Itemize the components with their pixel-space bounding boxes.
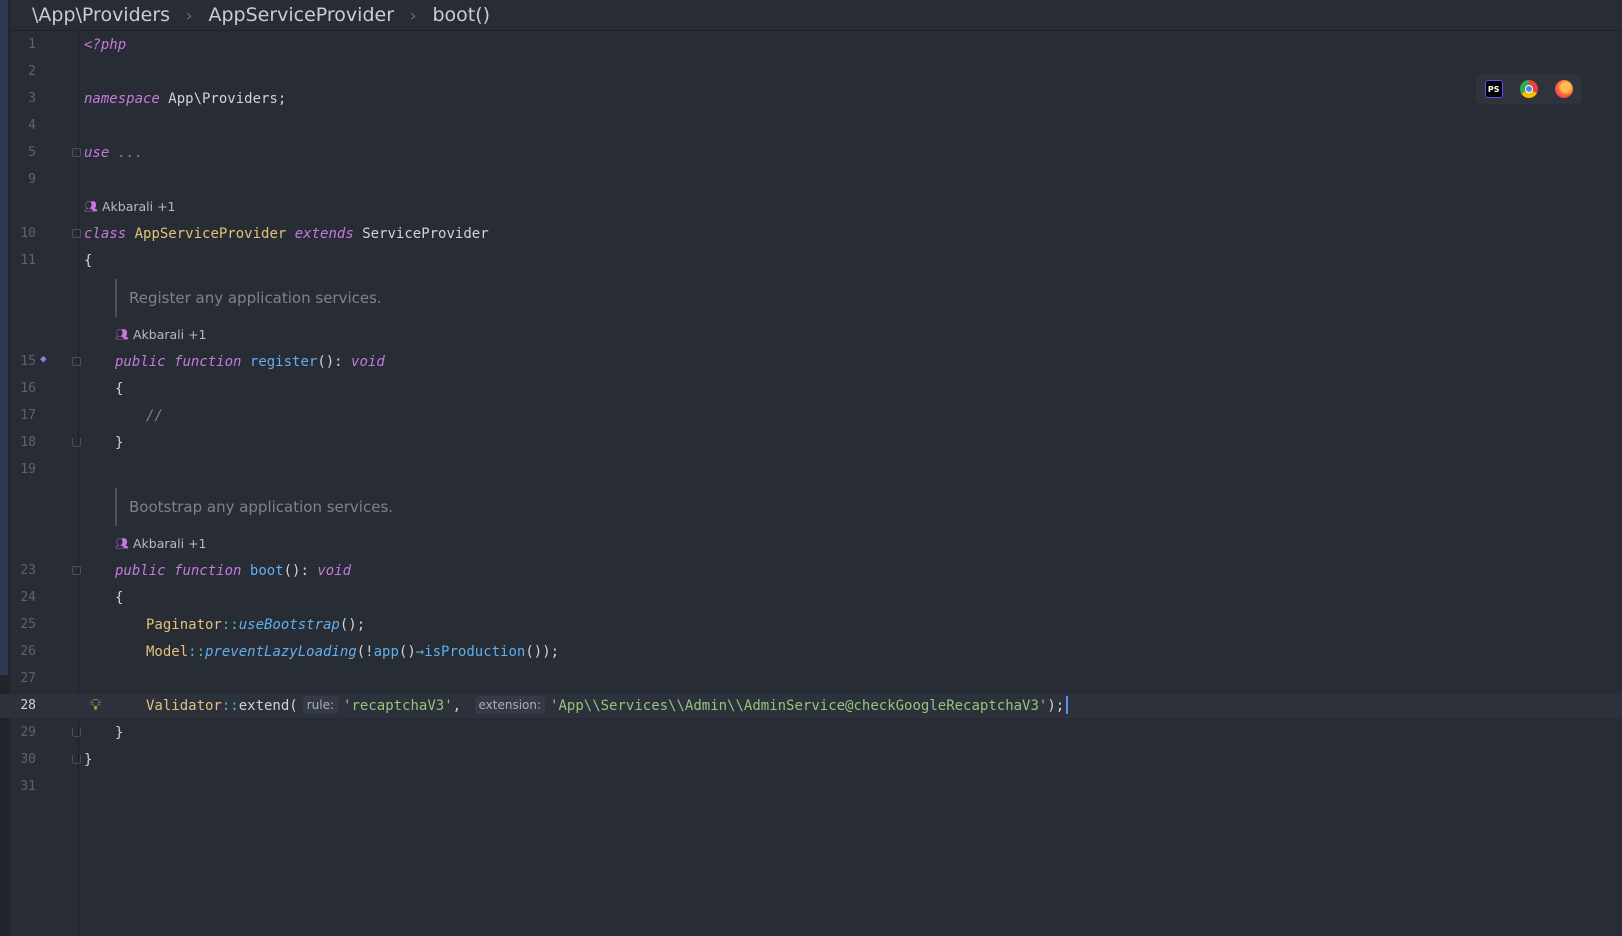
method-declaration: public function register(): void	[115, 354, 385, 370]
code-line[interactable]: 16 {	[0, 377, 1622, 401]
breadcrumb-method[interactable]: boot()	[432, 4, 490, 26]
code-line[interactable]: 24 {	[0, 586, 1622, 610]
brace: }	[115, 725, 124, 741]
fold-toggle-icon[interactable]	[72, 229, 81, 238]
namespace-statement: namespace App\Providers;	[84, 91, 287, 107]
line-number: 18	[20, 435, 36, 450]
line-number: 10	[20, 226, 36, 241]
code-line[interactable]: 10 class AppServiceProvider extends Serv…	[0, 222, 1622, 246]
parameter-hint: rule:	[302, 696, 339, 714]
line-number: 15	[20, 354, 36, 369]
line-number: 29	[20, 725, 36, 740]
line-number: 26	[20, 644, 36, 659]
fold-toggle-icon[interactable]	[72, 438, 81, 447]
code-line[interactable]: 17 //	[0, 404, 1622, 428]
text-caret	[1066, 696, 1069, 714]
line-number: 9	[28, 172, 36, 187]
code-line[interactable]: 31	[0, 775, 1622, 799]
class-declaration: class AppServiceProvider extends Service…	[84, 226, 489, 242]
code-line[interactable]: 1 <?php	[0, 33, 1622, 57]
code-line[interactable]: 2	[0, 60, 1622, 84]
fold-toggle-icon[interactable]	[72, 357, 81, 366]
people-icon: 👥︎	[84, 200, 98, 213]
line-number: 2	[28, 64, 36, 79]
line-number: 19	[20, 462, 36, 477]
code-line[interactable]: 23 public function boot(): void	[0, 559, 1622, 583]
code-line[interactable]: 18 }	[0, 431, 1622, 455]
code-author-hint[interactable]: 👥︎ Akbarali +1	[84, 197, 176, 217]
people-icon: 👥︎	[115, 328, 129, 341]
line-number: 25	[20, 617, 36, 632]
folded-use-statements[interactable]: use ...	[84, 141, 143, 165]
statement: Paginator::useBootstrap();	[146, 617, 366, 633]
doc-comment[interactable]: Register any application services.	[115, 279, 382, 317]
code-line[interactable]: 27	[0, 667, 1622, 691]
fold-toggle-icon[interactable]	[72, 728, 81, 737]
gutter-divider	[78, 31, 79, 936]
code-line[interactable]: 25 Paginator::useBootstrap();	[0, 613, 1622, 637]
statement: Validator::extend(rule:'recaptchaV3', ex…	[146, 694, 1069, 718]
line-number: 28	[20, 698, 36, 713]
brace: {	[115, 590, 124, 606]
code-line[interactable]: 30 }	[0, 748, 1622, 772]
code-author-hint[interactable]: 👥︎ Akbarali +1	[115, 325, 207, 345]
line-number: 3	[28, 91, 36, 106]
brace: }	[84, 752, 93, 768]
code-line[interactable]: 15 ◆ public function register(): void	[0, 350, 1622, 374]
code-line[interactable]: 4	[0, 114, 1622, 138]
code-author-hint[interactable]: 👥︎ Akbarali +1	[115, 534, 207, 554]
lightbulb-icon[interactable]: 💡︎	[90, 695, 101, 715]
chevron-right-icon: ›	[410, 5, 417, 25]
people-icon: 👥︎	[115, 537, 129, 550]
line-number: 1	[28, 37, 36, 52]
current-code-line[interactable]: 28 💡︎ Validator::extend(rule:'recaptchaV…	[0, 694, 1622, 718]
code-line[interactable]: 29 }	[0, 721, 1622, 745]
code-line[interactable]: 11 {	[0, 249, 1622, 273]
line-number: 11	[20, 253, 36, 268]
line-number: 27	[20, 671, 36, 686]
doc-comment[interactable]: Bootstrap any application services.	[115, 488, 393, 526]
statement: Model::preventLazyLoading(!app()→isProdu…	[146, 644, 560, 660]
line-number: 24	[20, 590, 36, 605]
chevron-right-icon: ›	[186, 5, 193, 25]
code-line[interactable]: 9	[0, 168, 1622, 192]
line-comment: //	[146, 408, 163, 424]
line-number: 31	[20, 779, 36, 794]
code-line[interactable]: 19	[0, 458, 1622, 482]
code-line[interactable]: 3 namespace App\Providers;	[0, 87, 1622, 111]
line-number: 23	[20, 563, 36, 578]
line-number: 16	[20, 381, 36, 396]
override-marker-icon[interactable]: ◆	[40, 352, 47, 365]
php-open-tag: <?php	[84, 37, 127, 53]
code-line[interactable]: 26 Model::preventLazyLoading(!app()→isPr…	[0, 640, 1622, 664]
brace: }	[115, 435, 124, 451]
code-line[interactable]: 5 use ...	[0, 141, 1622, 165]
breadcrumb-class[interactable]: AppServiceProvider	[208, 4, 394, 26]
fold-toggle-icon[interactable]	[72, 755, 81, 764]
line-number: 17	[20, 408, 36, 423]
method-declaration: public function boot(): void	[115, 563, 352, 579]
fold-toggle-icon[interactable]	[72, 148, 81, 157]
line-number: 30	[20, 752, 36, 767]
brace: {	[84, 253, 93, 269]
breadcrumb: \App\Providers › AppServiceProvider › bo…	[10, 0, 1622, 31]
line-number: 4	[28, 118, 36, 133]
breadcrumb-namespace[interactable]: \App\Providers	[32, 4, 170, 26]
line-number: 5	[28, 145, 36, 160]
brace: {	[115, 381, 124, 397]
parameter-hint: extension:	[474, 696, 546, 714]
fold-toggle-icon[interactable]	[72, 566, 81, 575]
